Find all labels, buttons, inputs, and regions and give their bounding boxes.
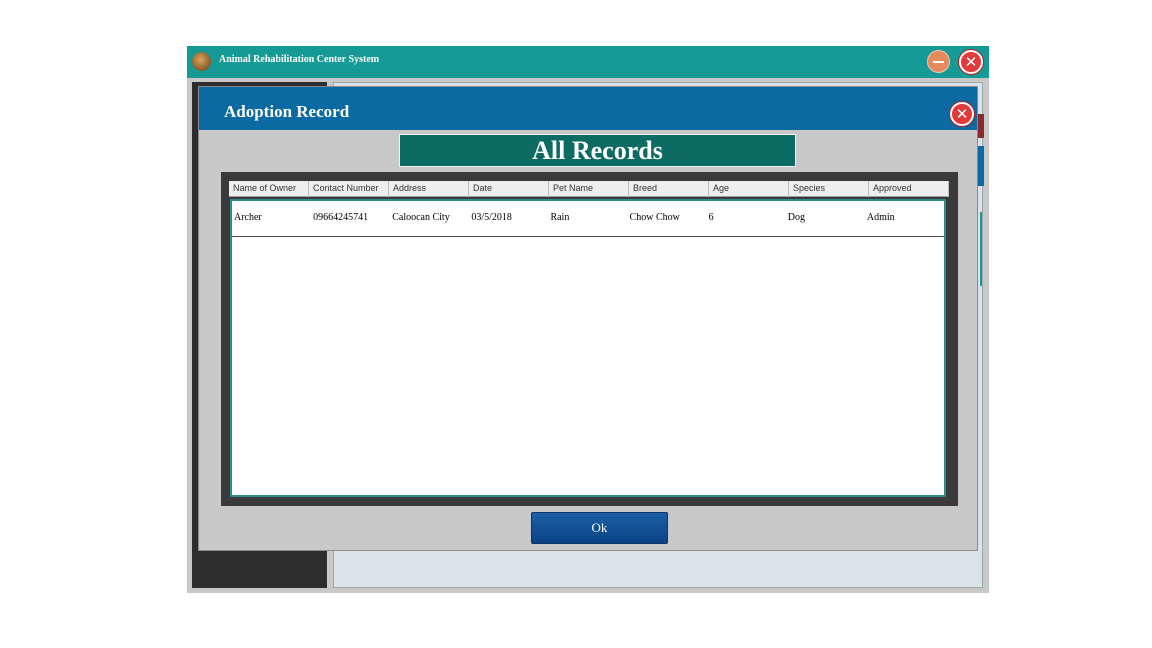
cell-age: 6 [708,212,714,223]
app-title: Animal Rehabilitation Center System [219,54,380,65]
ok-button[interactable]: Ok [531,512,668,544]
dialog-close-icon[interactable]: ✕ [950,102,974,126]
column-header-breed[interactable]: Breed [629,181,709,197]
column-header-owner[interactable]: Name of Owner [229,181,309,197]
records-table-body[interactable]: Archer 09664245741 Caloocan City 03/5/20… [230,199,946,497]
cell-breed: Chow Chow [629,212,680,223]
table-row[interactable]: Archer 09664245741 Caloocan City 03/5/20… [232,201,944,237]
close-icon[interactable]: ✕ [959,50,983,74]
cell-approved: Admin [866,212,895,223]
cell-species: Dog [787,212,805,223]
records-table-frame: Name of Owner Contact Number Address Dat… [221,172,958,506]
column-header-pet-name[interactable]: Pet Name [549,181,629,197]
paw-logo-icon [192,52,211,71]
cell-date: 03/5/2018 [471,212,512,223]
dialog-title: Adoption Record [224,102,350,121]
column-header-species[interactable]: Species [789,181,869,197]
dialog-header[interactable]: Adoption Record ✕ [199,87,977,130]
column-header-approved[interactable]: Approved [869,181,949,197]
table-header: Name of Owner Contact Number Address Dat… [229,181,949,197]
minimize-icon[interactable] [927,50,950,73]
column-header-date[interactable]: Date [469,181,549,197]
column-header-age[interactable]: Age [709,181,789,197]
app-titlebar[interactable]: Animal Rehabilitation Center System ✕ [187,46,989,78]
column-header-contact[interactable]: Contact Number [309,181,389,197]
cell-contact: 09664245741 [313,212,369,223]
cell-pet-name: Rain [550,212,570,223]
adoption-record-dialog: Adoption Record ✕ All Records Name of Ow… [198,86,978,551]
column-header-address[interactable]: Address [389,181,469,197]
banner-title: All Records [532,136,663,165]
cell-address: Caloocan City [392,212,450,223]
cell-owner: Archer [234,212,262,223]
all-records-banner: All Records [399,134,796,167]
